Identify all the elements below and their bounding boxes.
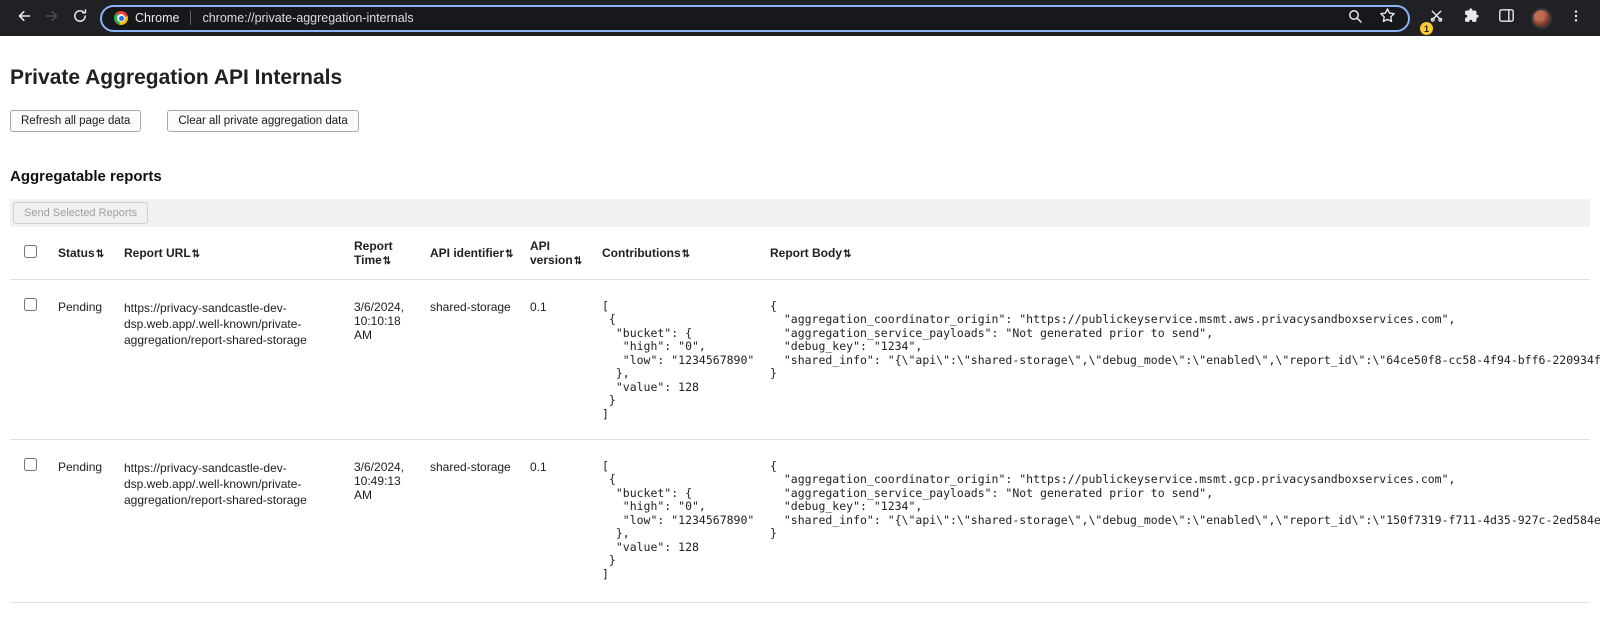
chrome-logo-icon bbox=[114, 11, 128, 25]
cell-report-time: 3/6/2024, 10:49:13 AM bbox=[354, 439, 430, 602]
sort-icon: ⇅ bbox=[574, 256, 582, 267]
col-header-label: Contributions bbox=[602, 246, 681, 260]
sort-icon: ⇅ bbox=[682, 249, 690, 260]
col-header-label: Report URL bbox=[124, 246, 191, 260]
page-content: Private Aggregation API Internals Refres… bbox=[0, 66, 1600, 603]
refresh-all-button[interactable]: Refresh all page data bbox=[10, 110, 141, 132]
send-selected-button[interactable]: Send Selected Reports bbox=[13, 202, 148, 224]
puzzle-icon bbox=[1463, 7, 1480, 29]
back-button[interactable] bbox=[10, 4, 38, 32]
table-row: Pending https://privacy-sandcastle-dev-d… bbox=[10, 279, 1590, 439]
cell-report-time: 3/6/2024, 10:10:18 AM bbox=[354, 279, 430, 439]
cell-status: Pending bbox=[58, 279, 124, 439]
sort-icon: ⇅ bbox=[96, 249, 104, 260]
sort-icon: ⇅ bbox=[505, 249, 513, 260]
cell-api-identifier: shared-storage bbox=[430, 279, 530, 439]
sort-icon: ⇅ bbox=[843, 249, 851, 260]
col-header-report-time[interactable]: Report Time⇅ bbox=[354, 227, 430, 279]
section-title: Aggregatable reports bbox=[10, 168, 1590, 185]
cell-api-version: 0.1 bbox=[530, 439, 602, 602]
page-actions: Refresh all page data Clear all private … bbox=[10, 110, 1590, 132]
cell-contributions: [ { "bucket": { "high": "0", "low": "123… bbox=[602, 279, 770, 439]
side-panel-icon bbox=[1498, 7, 1515, 29]
bookmark-star-icon[interactable] bbox=[1379, 7, 1396, 29]
three-dot-menu-icon bbox=[1569, 9, 1583, 28]
back-icon bbox=[16, 8, 32, 29]
cell-status: Pending bbox=[58, 439, 124, 602]
extension-badge: 1 bbox=[1420, 22, 1433, 35]
pinned-extension-button[interactable]: 1 bbox=[1422, 4, 1450, 32]
browser-menu-button[interactable] bbox=[1562, 4, 1590, 32]
table-header-row: Status⇅ Report URL⇅ Report Time⇅ API ide… bbox=[10, 227, 1590, 279]
col-header-api-identifier[interactable]: API identifier⇅ bbox=[430, 227, 530, 279]
page-title: Private Aggregation API Internals bbox=[10, 66, 1590, 90]
reload-icon bbox=[72, 8, 88, 29]
forward-button[interactable] bbox=[38, 4, 66, 32]
cell-api-identifier: shared-storage bbox=[430, 439, 530, 602]
cell-report-url: https://privacy-sandcastle-dev-dsp.web.a… bbox=[124, 439, 354, 602]
side-panel-button[interactable] bbox=[1492, 4, 1520, 32]
col-header-label: Report Body bbox=[770, 246, 842, 260]
select-all-checkbox[interactable] bbox=[24, 245, 37, 258]
col-header-report-body[interactable]: Report Body⇅ bbox=[770, 227, 1590, 279]
profile-avatar bbox=[1531, 8, 1552, 29]
row-checkbox[interactable] bbox=[24, 458, 37, 471]
col-header-label: API identifier bbox=[430, 246, 504, 260]
col-header-report-url[interactable]: Report URL⇅ bbox=[124, 227, 354, 279]
forward-icon bbox=[44, 8, 60, 29]
clear-all-button[interactable]: Clear all private aggregation data bbox=[167, 110, 358, 132]
omnibox-product-label: Chrome bbox=[135, 11, 179, 25]
browser-toolbar: Chrome chrome://private-aggregation-inte… bbox=[0, 0, 1600, 36]
col-header-label: Status bbox=[58, 246, 95, 260]
omnibox-separator bbox=[190, 11, 191, 25]
omnibox-url-text: chrome://private-aggregation-internals bbox=[202, 11, 1347, 25]
table-row: Pending https://privacy-sandcastle-dev-d… bbox=[10, 439, 1590, 602]
cell-report-url: https://privacy-sandcastle-dev-dsp.web.a… bbox=[124, 279, 354, 439]
reports-table: Status⇅ Report URL⇅ Report Time⇅ API ide… bbox=[10, 227, 1590, 603]
col-header-status[interactable]: Status⇅ bbox=[58, 227, 124, 279]
omnibox[interactable]: Chrome chrome://private-aggregation-inte… bbox=[100, 5, 1410, 32]
cell-report-body: { "aggregation_coordinator_origin": "htt… bbox=[770, 279, 1590, 439]
cell-contributions: [ { "bucket": { "high": "0", "low": "123… bbox=[602, 439, 770, 602]
sort-icon: ⇅ bbox=[383, 256, 391, 267]
col-header-contributions[interactable]: Contributions⇅ bbox=[602, 227, 770, 279]
col-header-label: API version bbox=[530, 239, 573, 267]
zoom-icon[interactable] bbox=[1347, 8, 1363, 29]
profile-button[interactable] bbox=[1527, 4, 1555, 32]
cell-report-body: { "aggregation_coordinator_origin": "htt… bbox=[770, 439, 1590, 602]
col-header-api-version[interactable]: API version⇅ bbox=[530, 227, 602, 279]
reload-button[interactable] bbox=[66, 4, 94, 32]
extensions-button[interactable] bbox=[1457, 4, 1485, 32]
reports-toolbar: Send Selected Reports bbox=[10, 199, 1590, 227]
cell-api-version: 0.1 bbox=[530, 279, 602, 439]
sort-icon: ⇅ bbox=[192, 249, 200, 260]
row-checkbox[interactable] bbox=[24, 298, 37, 311]
